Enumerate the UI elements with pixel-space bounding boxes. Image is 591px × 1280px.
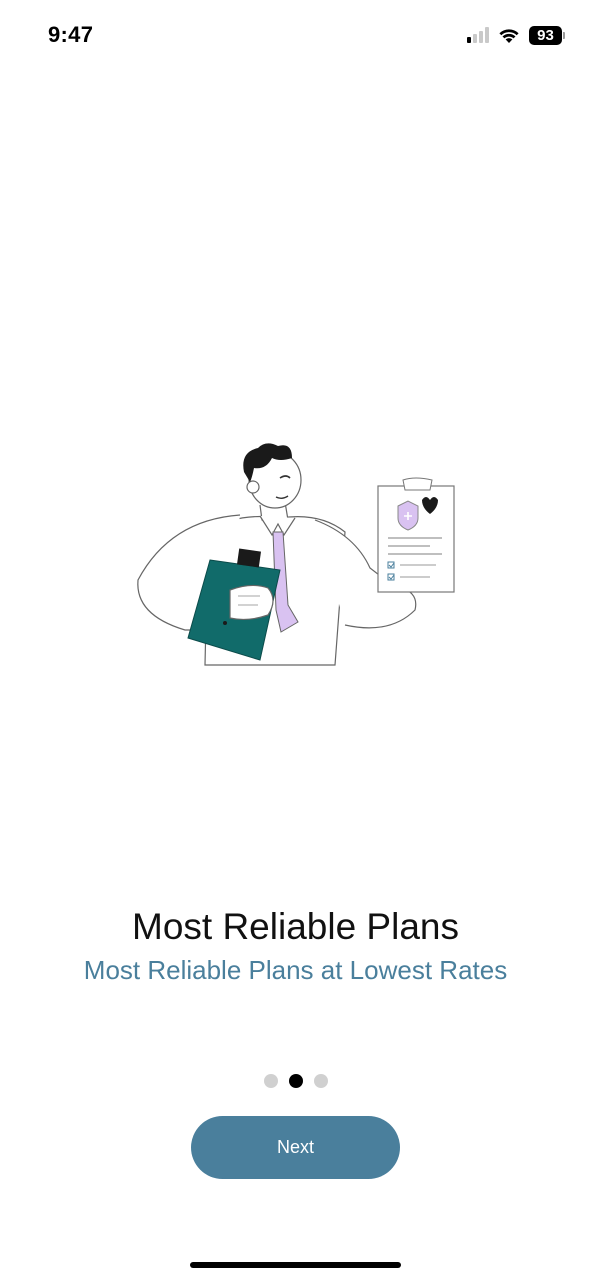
status-time: 9:47 xyxy=(48,22,94,47)
page-dot-2[interactable] xyxy=(288,1074,303,1088)
battery-level: 93 xyxy=(529,25,562,45)
next-button[interactable]: Next xyxy=(191,1116,400,1179)
page-dot-1[interactable] xyxy=(263,1074,278,1088)
status-bar: 9:47 93 xyxy=(0,0,591,72)
document xyxy=(377,477,455,593)
onboarding-title: Most Reliable Plans xyxy=(132,906,459,947)
onboarding-subtitle: Most Reliable Plans at Lowest Rates xyxy=(83,955,508,985)
battery-icon: 93 xyxy=(529,25,565,45)
page-dot-3[interactable] xyxy=(313,1074,328,1088)
wifi-icon xyxy=(499,29,519,43)
page-indicator[interactable] xyxy=(0,1074,591,1088)
insurance-agent-illustration xyxy=(137,443,455,666)
home-indicator[interactable] xyxy=(190,1262,401,1268)
signal-icon xyxy=(467,27,489,43)
status-icons: 93 xyxy=(467,24,565,46)
